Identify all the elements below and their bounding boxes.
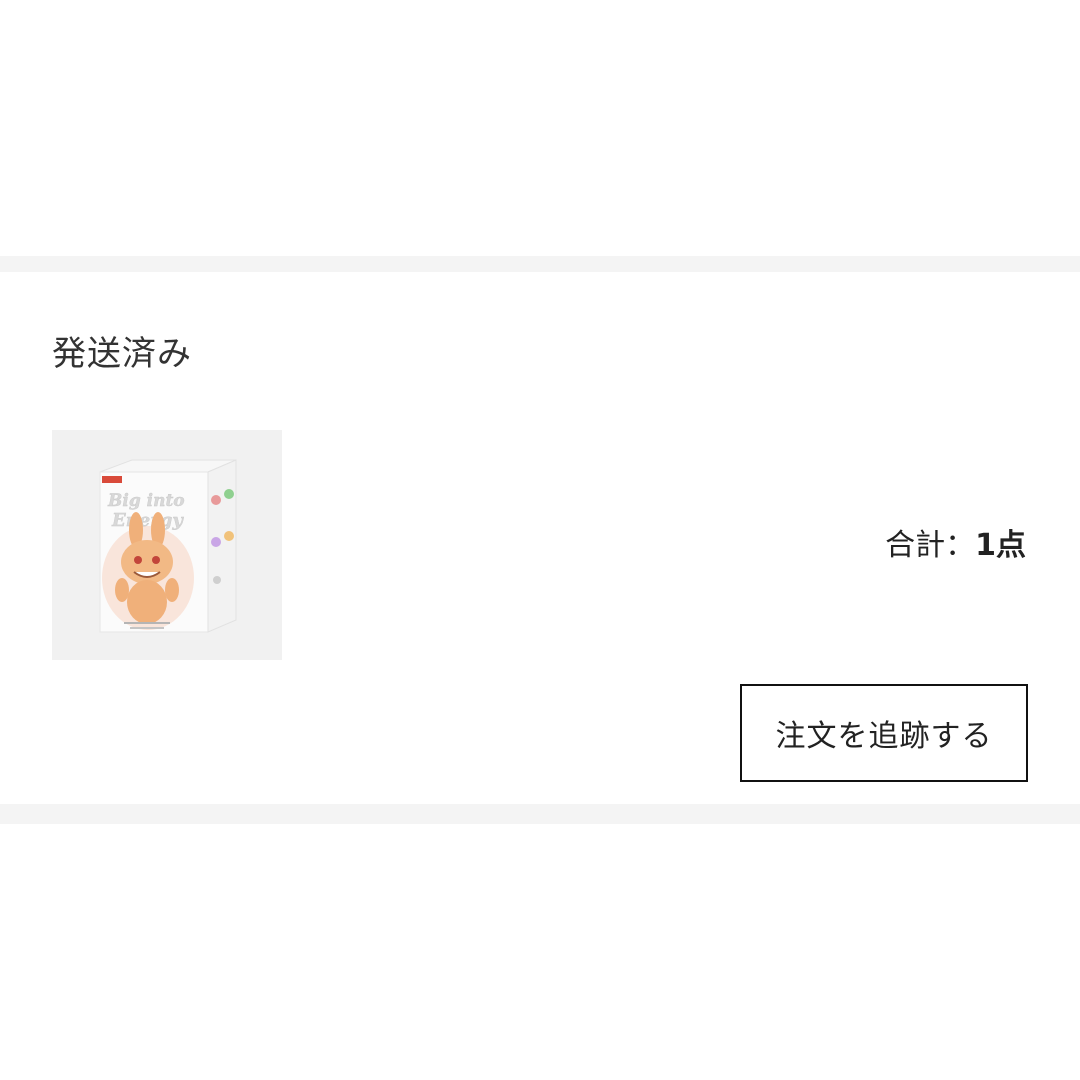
blind-box-image: Big into Energy <box>99 459 237 633</box>
total-label: 合計： <box>885 528 976 563</box>
order-total: 合計：1点 <box>885 524 1026 568</box>
section-divider-bottom <box>0 804 1080 824</box>
total-count: 1点 <box>975 528 1026 563</box>
section-divider-top <box>0 256 1080 272</box>
order-history-page: 発送済み Big into Energy 合計：1点 注文を追跡する <box>0 0 1080 1080</box>
box-title-line1: Big into <box>107 491 185 511</box>
order-card: 発送済み Big into Energy 合計：1点 注文を追跡する <box>0 272 1080 804</box>
product-thumbnail[interactable]: Big into Energy <box>52 430 282 660</box>
track-order-button[interactable]: 注文を追跡する <box>740 684 1028 782</box>
order-status-label: 発送済み <box>52 334 192 374</box>
